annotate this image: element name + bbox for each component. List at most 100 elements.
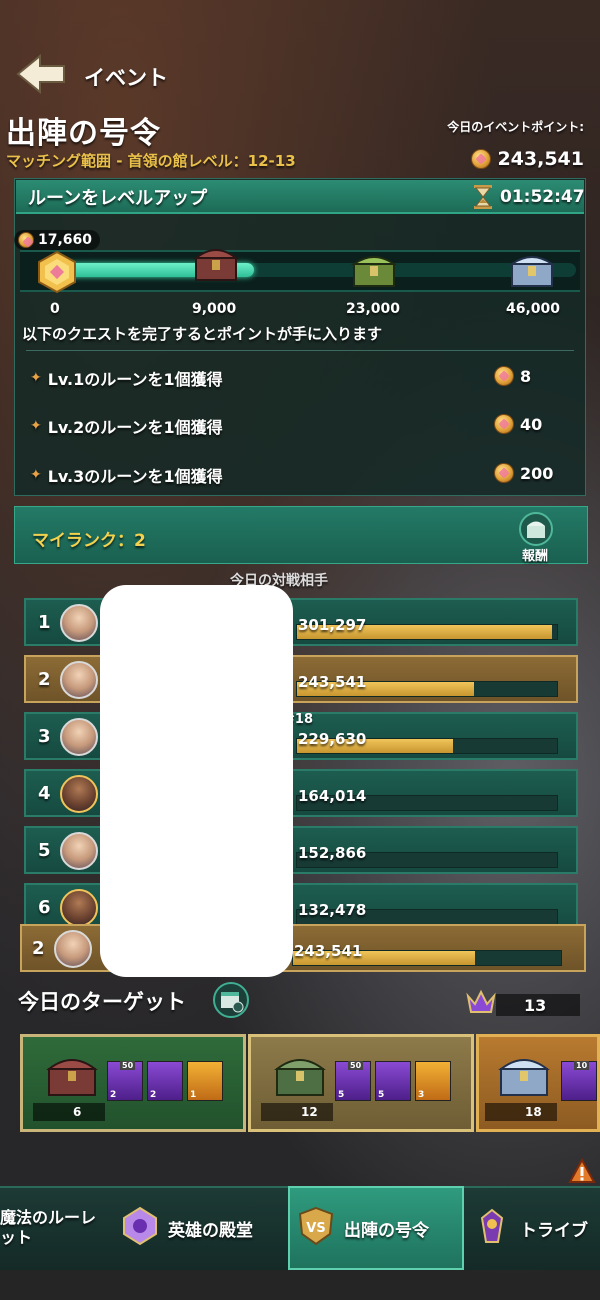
row-rank: 4 xyxy=(38,783,51,804)
quest-row: ✦ Lv.2のルーンを1個獲得 xyxy=(30,414,223,438)
silver-chest-icon[interactable] xyxy=(508,248,556,290)
nav-item-tribe[interactable]: トライブ xyxy=(520,1216,588,1241)
avatar xyxy=(60,832,98,870)
score-coin-icon xyxy=(18,232,34,248)
target-card[interactable]: 6 50 2 2 1 xyxy=(20,1034,246,1132)
row-rank: 2 xyxy=(38,669,51,690)
nav-item-hall-of-heroes[interactable]: 英雄の殿堂 xyxy=(168,1216,253,1241)
header-title: イベント xyxy=(84,66,168,90)
item-top: 10 xyxy=(574,1061,590,1070)
gem-item: 5 xyxy=(375,1061,411,1101)
svg-text:VS: VS xyxy=(306,1221,325,1236)
item-count: 2 xyxy=(150,1090,157,1100)
star-bullet-icon: ✦ xyxy=(30,467,42,483)
target-count: 13 xyxy=(524,996,547,1015)
vs-shield-icon: VS xyxy=(298,1206,334,1246)
avatar xyxy=(60,775,98,813)
point-coin-icon xyxy=(494,414,514,434)
countdown-timer: 01:52:47 xyxy=(500,187,585,207)
quest-reward-value: 8 xyxy=(520,366,532,386)
quest-label: Lv.2のルーンを1個獲得 xyxy=(47,418,223,437)
nav-label-line1: 魔法のルーレ xyxy=(0,1208,97,1227)
point-coin-icon xyxy=(471,149,492,169)
quest-intro: 以下のクエストを完了するとポイントが手に入ります xyxy=(22,325,383,343)
hall-of-heroes-icon xyxy=(123,1206,157,1246)
reward-chest-icon[interactable] xyxy=(516,512,556,546)
milestone-0: 0 xyxy=(50,301,60,317)
red-chest-icon[interactable] xyxy=(192,242,240,284)
nav-item-magic-roulette[interactable]: 魔法のルーレ ット xyxy=(0,1208,96,1248)
quest-reward: 40 xyxy=(494,414,542,434)
card-level-value: 12 xyxy=(301,1105,318,1119)
avatar xyxy=(60,604,98,642)
item-count: 1 xyxy=(190,1090,197,1100)
tribe-icon xyxy=(480,1208,504,1243)
my-rank: マイランク：2 xyxy=(32,531,146,551)
today-points: 243,541 xyxy=(471,148,584,170)
crystal-item: 3 xyxy=(415,1061,451,1101)
item-top: 50 xyxy=(348,1061,364,1070)
quest-row: ✦ Lv.1のルーンを1個獲得 xyxy=(30,366,223,390)
rune-item: 10 xyxy=(561,1061,597,1101)
quest-reward: 8 xyxy=(494,366,531,386)
reward-button[interactable]: 報酬 xyxy=(522,545,548,564)
row-score: 243,541 xyxy=(298,673,367,691)
back-arrow-icon xyxy=(16,53,65,95)
avatar xyxy=(60,661,98,699)
rune-item: 50 2 xyxy=(107,1061,143,1101)
target-card[interactable]: 18 10 xyxy=(476,1034,600,1132)
row-score: 229,630 xyxy=(298,730,367,748)
today-points-label: 今日のイベントポイント: xyxy=(447,120,584,134)
row-rank: 1 xyxy=(38,612,51,633)
milestone-3: 46,000 xyxy=(506,301,561,317)
item-count: 5 xyxy=(338,1090,345,1100)
green-chest-icon[interactable] xyxy=(350,248,398,290)
quest-reward-value: 40 xyxy=(520,414,543,434)
row-rank: 5 xyxy=(38,840,51,861)
crystal-item: 1 xyxy=(187,1061,223,1101)
item-count: 3 xyxy=(418,1090,425,1100)
privacy-mask xyxy=(100,585,293,977)
today-points-value: 243,541 xyxy=(497,148,584,170)
star-bullet-icon: ✦ xyxy=(30,418,42,434)
avatar xyxy=(60,889,98,927)
point-coin-icon xyxy=(494,366,514,386)
rune-item: 50 5 xyxy=(335,1061,371,1101)
row-score: 301,297 xyxy=(298,616,367,634)
row-rank: 6 xyxy=(38,897,51,918)
quest-reward: 200 xyxy=(494,463,553,483)
milestone-2: 23,000 xyxy=(346,301,401,317)
card-level: 6 xyxy=(33,1103,105,1121)
event-title: 出陣の号令 xyxy=(6,116,161,151)
quest-label: Lv.3のルーンを1個獲得 xyxy=(47,467,223,486)
row-score: 164,014 xyxy=(298,787,367,805)
warning-icon[interactable] xyxy=(568,1158,596,1186)
row-rank: 2 xyxy=(32,938,45,959)
gem-item: 2 xyxy=(147,1061,183,1101)
row-score: 243,541 xyxy=(294,942,363,960)
back-button[interactable] xyxy=(14,52,70,96)
card-level-value: 6 xyxy=(73,1105,82,1119)
crown-icon xyxy=(466,989,496,1013)
matching-range: マッチング範囲 - 首領の館レベル：12-13 xyxy=(6,152,296,170)
target-card[interactable]: 12 50 5 5 3 xyxy=(248,1034,474,1132)
point-coin-icon xyxy=(494,463,514,483)
current-score: 17,660 xyxy=(14,230,101,250)
nav-item-rally-call[interactable]: 出陣の号令 xyxy=(344,1216,429,1241)
milestone-1: 9,000 xyxy=(192,301,237,317)
nav-label-line2: ット xyxy=(0,1228,33,1247)
target-title: 今日のターゲット xyxy=(18,990,186,1014)
rune-panel-title: ルーンをレベルアップ xyxy=(28,188,208,209)
star-bullet-icon: ✦ xyxy=(30,370,42,386)
item-count: 5 xyxy=(378,1090,385,1100)
silver-chest-icon xyxy=(498,1059,550,1096)
card-level-value: 18 xyxy=(525,1105,542,1119)
card-level: 12 xyxy=(261,1103,333,1121)
point-hex-icon xyxy=(38,250,76,294)
row-score: 152,866 xyxy=(298,844,367,862)
green-chest-icon xyxy=(274,1059,326,1096)
current-score-value: 17,660 xyxy=(38,232,93,248)
hourglass-icon xyxy=(474,185,492,209)
red-chest-icon xyxy=(46,1059,98,1096)
calendar-icon[interactable] xyxy=(210,982,252,1018)
